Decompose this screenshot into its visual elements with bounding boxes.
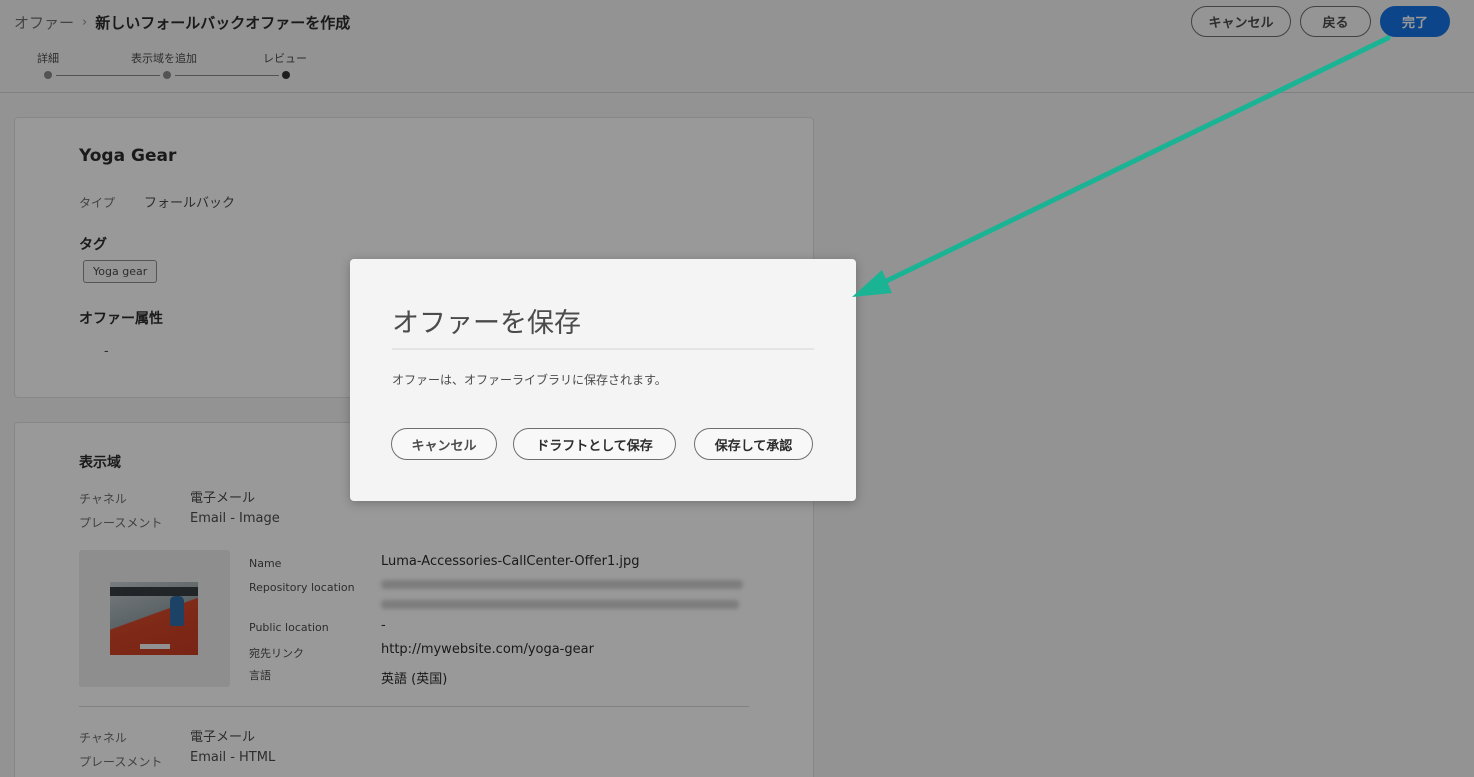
dialog-title: オファーを保存 bbox=[392, 308, 581, 339]
save-and-approve-button[interactable]: 保存して承認 bbox=[694, 428, 813, 460]
dialog-divider bbox=[392, 348, 814, 350]
save-offer-dialog: オファーを保存 オファーは、オファーライブラリに保存されます。 キャンセル ドラ… bbox=[350, 259, 856, 501]
save-as-draft-button[interactable]: ドラフトとして保存 bbox=[513, 428, 676, 460]
dialog-cancel-button[interactable]: キャンセル bbox=[391, 428, 497, 460]
dialog-message: オファーは、オファーライブラリに保存されます。 bbox=[392, 373, 667, 387]
